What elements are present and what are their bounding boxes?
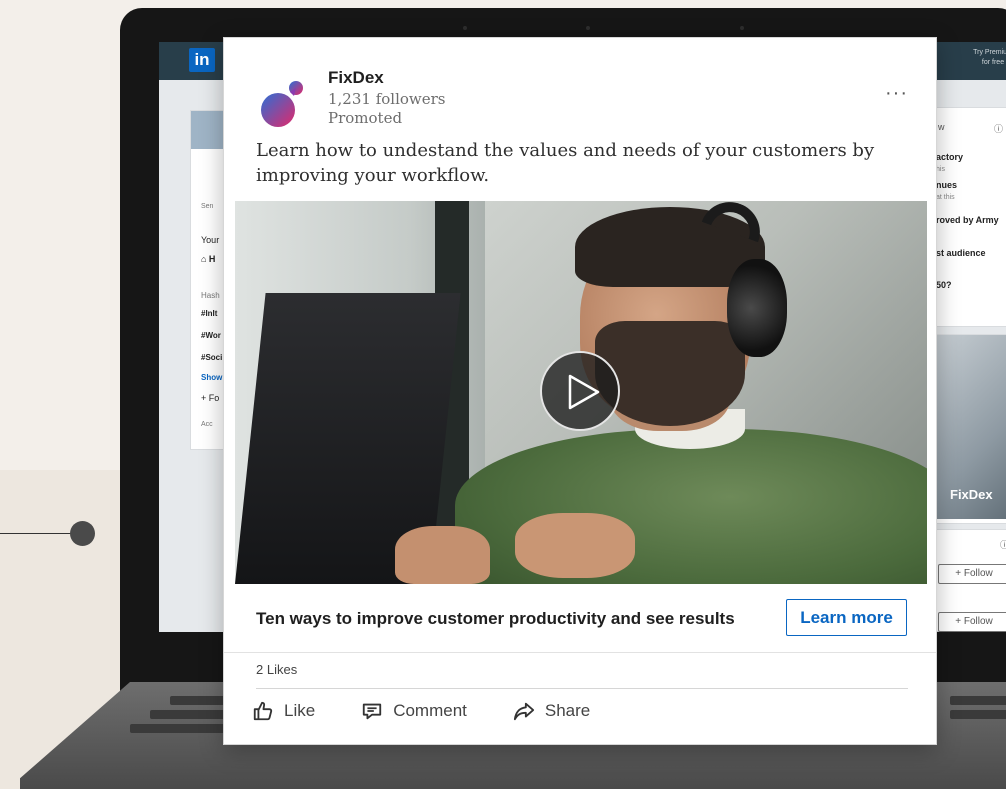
social-actions-bar: Like Comment Share: [252, 698, 590, 724]
promoted-post-card: FixDex 1,231 followers Promoted ··· Lear…: [223, 37, 937, 745]
camera-dot: [586, 26, 590, 30]
ad-brand-name: FixDex: [950, 487, 993, 502]
follow-hashtags-link[interactable]: + Fo: [201, 393, 219, 403]
hashtag-link[interactable]: #Soci: [201, 353, 222, 362]
share-label: Share: [544, 701, 591, 720]
sidebar-text: Hash: [201, 291, 220, 300]
company-name[interactable]: FixDex: [328, 68, 384, 88]
show-more-link[interactable]: Show: [201, 373, 222, 382]
news-meta: at this: [936, 194, 955, 201]
key-row: [950, 696, 1006, 705]
news-text: w: [938, 122, 945, 132]
try-premium-link[interactable]: Try Premium for free: [963, 48, 1006, 68]
premium-line-2: for free: [981, 59, 1005, 66]
like-button[interactable]: Like: [252, 698, 315, 724]
more-options-icon[interactable]: ···: [885, 82, 908, 105]
comment-icon: [363, 703, 382, 720]
camera-dot: [463, 26, 467, 30]
right-news-card: w ⓘ actory his nues at this roved by Arm…: [929, 107, 1006, 327]
video-person-beard: [595, 321, 745, 426]
hashtag-link[interactable]: #Wor: [201, 331, 221, 340]
video-player[interactable]: [235, 201, 927, 584]
thumbs-up-icon: [253, 701, 273, 721]
sidebar-text: Acc: [201, 421, 213, 428]
news-meta: his: [936, 166, 945, 173]
likes-count[interactable]: 2 Likes: [256, 662, 297, 677]
right-ad-card[interactable]: FixDex: [929, 334, 1006, 524]
premium-line-1: Try Premium: [973, 49, 1006, 56]
ad-headline[interactable]: Ten ways to improve customer productivit…: [256, 609, 735, 629]
like-label: Like: [284, 701, 316, 720]
sidebar-text: Sen: [201, 203, 214, 210]
comment-label: Comment: [393, 701, 467, 720]
share-button[interactable]: Share: [513, 698, 590, 724]
camera-dot: [740, 26, 744, 30]
key-row: [950, 710, 1006, 719]
learn-more-button[interactable]: Learn more: [786, 599, 907, 636]
post-text: Learn how to undestand the values and ne…: [256, 140, 875, 186]
news-item[interactable]: 50?: [936, 280, 952, 290]
comment-button[interactable]: Comment: [361, 698, 467, 724]
info-icon[interactable]: ⓘ: [1000, 538, 1006, 551]
share-icon: [513, 702, 534, 721]
sidebar-text[interactable]: ⌂ H: [201, 254, 215, 264]
play-button[interactable]: [540, 351, 620, 431]
follow-button[interactable]: + Follow: [938, 564, 1006, 584]
right-follow-card: ⓘ + Follow + Follow: [929, 529, 1006, 632]
promoted-label: Promoted: [328, 109, 403, 127]
divider: [256, 688, 908, 689]
video-hand: [395, 526, 490, 584]
connector-dot: [70, 521, 95, 546]
headphones-earcup: [727, 259, 787, 357]
sidebar-text: Your: [201, 235, 220, 245]
connector-line: [0, 533, 78, 534]
linkedin-logo[interactable]: in: [189, 48, 215, 72]
info-icon[interactable]: ⓘ: [994, 122, 1003, 135]
divider: [224, 652, 936, 653]
follower-count: 1,231 followers: [328, 90, 446, 108]
hashtag-link[interactable]: #InIt: [201, 309, 217, 318]
news-item[interactable]: st audience: [936, 248, 986, 258]
news-item[interactable]: roved by Army: [936, 215, 999, 225]
company-logo[interactable]: [260, 80, 310, 130]
news-item[interactable]: actory: [936, 152, 963, 162]
play-icon: [568, 374, 600, 410]
video-hand: [515, 513, 635, 578]
news-item[interactable]: nues: [936, 180, 957, 190]
follow-button[interactable]: + Follow: [938, 612, 1006, 632]
